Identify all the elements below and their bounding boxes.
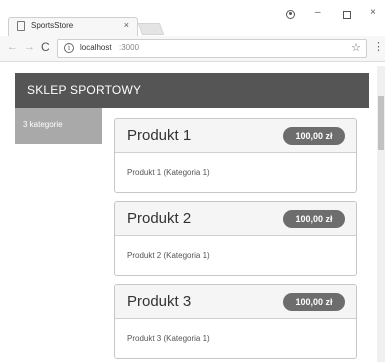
- scrollbar-thumb[interactable]: [378, 96, 384, 150]
- maximize-button[interactable]: [343, 11, 351, 19]
- back-button[interactable]: ←: [7, 41, 18, 53]
- reload-button[interactable]: C: [41, 40, 50, 54]
- tab-title: SportsStore: [31, 21, 74, 30]
- minimize-button[interactable]: –: [315, 7, 321, 18]
- product-name: Produkt 2: [127, 210, 192, 227]
- product-card-header: Produkt 3 100,00 zł: [115, 285, 356, 319]
- price-badge: 100,00 zł: [283, 127, 345, 145]
- product-card-header: Produkt 1 100,00 zł: [115, 119, 356, 153]
- star-icon[interactable]: ☆: [351, 41, 361, 54]
- browser-tab[interactable]: SportsStore ×: [8, 17, 138, 36]
- product-card-header: Produkt 2 100,00 zł: [115, 202, 356, 236]
- product-name: Produkt 1: [127, 127, 192, 144]
- page-margin-left: [0, 63, 15, 362]
- price-badge: 100,00 zł: [283, 210, 345, 228]
- url-host: localhost: [80, 43, 112, 52]
- profile-icon[interactable]: [286, 10, 295, 19]
- product-name: Produkt 3: [127, 293, 192, 310]
- info-icon[interactable]: i: [64, 43, 74, 53]
- browser-toolbar: ← → C i localhost :3000 ☆ ⋮: [0, 36, 385, 62]
- product-description: Produkt 2 (Kategoria 1): [127, 251, 210, 260]
- categories-button[interactable]: 3 kategorie: [15, 108, 102, 144]
- menu-icon[interactable]: ⋮: [373, 42, 384, 53]
- tab-close-icon[interactable]: ×: [124, 20, 129, 30]
- forward-button[interactable]: →: [24, 41, 35, 53]
- product-card: Produkt 1 100,00 zł Produkt 1 (Kategoria…: [114, 118, 357, 193]
- close-window-button[interactable]: ×: [370, 7, 376, 18]
- url-port: :3000: [119, 43, 140, 52]
- price-badge: 100,00 zł: [283, 293, 345, 311]
- address-bar[interactable]: i localhost :3000 ☆: [57, 39, 367, 58]
- product-description: Produkt 3 (Kategoria 1): [127, 334, 210, 343]
- product-card: Produkt 3 100,00 zł Produkt 3 (Kategoria…: [114, 284, 357, 359]
- product-card: Produkt 2 100,00 zł Produkt 2 (Kategoria…: [114, 201, 357, 276]
- categories-button-label: 3 kategorie: [23, 120, 63, 129]
- page-icon: [17, 21, 25, 31]
- store-navbar: SKLEP SPORTOWY: [15, 73, 369, 108]
- new-tab-button[interactable]: [137, 23, 165, 35]
- browser-titlebar: SportsStore × – ×: [0, 0, 385, 36]
- product-description: Produkt 1 (Kategoria 1): [127, 168, 210, 177]
- brand-title[interactable]: SKLEP SPORTOWY: [27, 83, 141, 97]
